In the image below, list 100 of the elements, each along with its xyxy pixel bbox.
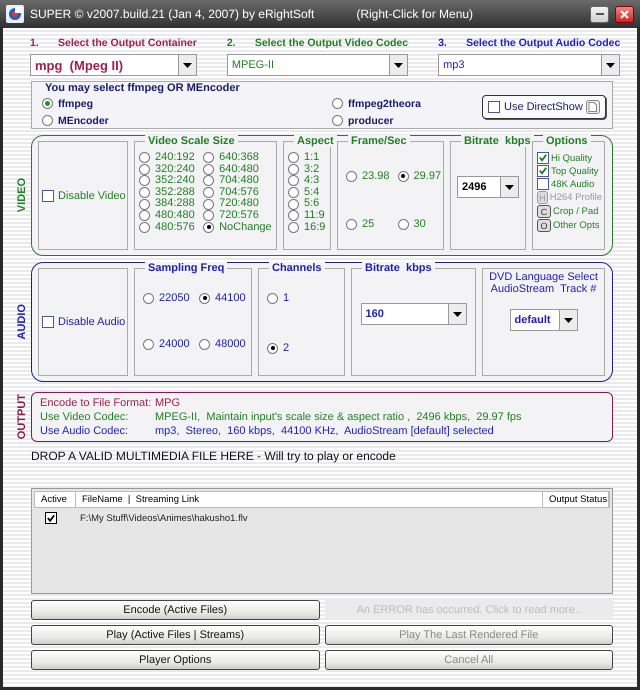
radio-label[interactable]: 3:2 xyxy=(304,164,320,176)
radio-icon[interactable] xyxy=(203,222,214,233)
radio-label[interactable]: 240:192 xyxy=(155,152,195,164)
bitrate-dropdown[interactable]: 160 xyxy=(360,303,466,325)
track-dropdown[interactable]: default xyxy=(510,309,578,331)
action-button[interactable]: Player Options xyxy=(31,650,320,670)
radio-icon[interactable] xyxy=(203,198,214,210)
radio-icon[interactable] xyxy=(139,210,150,222)
radio-label[interactable]: 25 xyxy=(362,218,374,230)
radio-icon[interactable] xyxy=(267,292,278,304)
codec-dropdown[interactable]: mp3 xyxy=(438,54,620,76)
radio-label[interactable]: 720:576 xyxy=(219,210,259,222)
radio-label[interactable]: NoChange xyxy=(219,222,272,234)
radio-label[interactable]: 11:9 xyxy=(304,210,325,222)
codec-dropdown[interactable]: mpg (Mpeg II) xyxy=(30,54,197,76)
radio-icon[interactable] xyxy=(143,292,154,304)
radio-label[interactable]: ffmpeg2theora xyxy=(348,98,421,110)
step-label: Select the Output Audio Codec xyxy=(466,37,620,49)
radio-label[interactable]: 480:480 xyxy=(155,210,195,222)
radio-label[interactable]: 720:480 xyxy=(219,198,259,210)
radio-icon[interactable] xyxy=(42,115,53,126)
group-title: Bitrate kbps xyxy=(362,262,435,274)
radio-icon[interactable] xyxy=(139,164,150,175)
radio-label[interactable]: 320:240 xyxy=(155,164,195,176)
checkbox[interactable]: Use DirectShow xyxy=(488,101,583,113)
column-header[interactable]: FileName | Streaming Link xyxy=(76,492,543,507)
drop-hint: DROP A VALID MULTIMEDIA FILE HERE - Will try to play or encode xyxy=(31,449,397,463)
column-header[interactable]: Active xyxy=(35,492,76,507)
radio-label[interactable]: 1:1 xyxy=(304,152,320,164)
radio-icon[interactable] xyxy=(332,98,343,109)
radio-label[interactable]: 384:288 xyxy=(155,198,195,210)
radio-icon[interactable] xyxy=(203,210,214,222)
radio-label[interactable]: 480:576 xyxy=(155,222,195,234)
radio-icon[interactable] xyxy=(203,187,214,198)
checkbox[interactable]: Top Quality xyxy=(537,165,602,177)
checkbox[interactable]: Disable Video xyxy=(42,190,126,202)
radio-label[interactable]: 29.97 xyxy=(414,170,442,182)
radio-icon[interactable] xyxy=(288,222,299,233)
checkbox[interactable]: 48K Audio xyxy=(537,178,602,190)
radio-icon[interactable] xyxy=(203,164,214,175)
radio-icon[interactable] xyxy=(288,198,299,210)
checkbox[interactable] xyxy=(45,512,57,524)
radio-label[interactable]: 48000 xyxy=(215,338,246,350)
checkbox[interactable]: Hi Quality xyxy=(537,152,602,164)
radio-icon[interactable] xyxy=(199,292,210,304)
radio-label[interactable]: 44100 xyxy=(215,292,246,304)
column-header[interactable]: Output Status xyxy=(543,492,609,507)
radio-label[interactable]: 2 xyxy=(283,342,290,354)
group-title: Video Scale Size xyxy=(145,135,238,147)
radio-icon[interactable] xyxy=(398,218,409,230)
radio-label[interactable]: 30 xyxy=(414,218,426,230)
radio-label[interactable]: 704:576 xyxy=(219,186,259,198)
radio-icon[interactable] xyxy=(143,338,154,350)
radio-icon[interactable] xyxy=(203,175,214,186)
radio-icon[interactable] xyxy=(288,187,299,198)
minimize-button[interactable] xyxy=(590,6,609,22)
radio-label[interactable]: 352:288 xyxy=(155,186,195,198)
radio-icon[interactable] xyxy=(288,210,299,222)
radio-label[interactable]: 640:480 xyxy=(219,164,259,176)
option-button[interactable]: O Other Opts xyxy=(537,219,602,232)
close-icon xyxy=(620,10,629,18)
radio-label[interactable]: 22050 xyxy=(159,292,190,304)
radio-icon[interactable] xyxy=(139,152,150,164)
radio-label[interactable]: 16:9 xyxy=(304,222,326,234)
codec-dropdown[interactable]: MPEG-II xyxy=(226,54,408,76)
radio-label[interactable]: 5:6 xyxy=(304,198,320,210)
radio-icon[interactable] xyxy=(42,98,53,109)
radio-icon[interactable] xyxy=(398,170,409,182)
radio-icon[interactable] xyxy=(346,170,357,182)
checkbox[interactable]: Disable Audio xyxy=(42,316,126,328)
document-icon[interactable] xyxy=(586,100,600,114)
radio-icon[interactable] xyxy=(139,175,150,186)
radio-label[interactable]: 1 xyxy=(283,292,290,304)
bitrate-dropdown[interactable]: 2496 xyxy=(457,176,519,198)
radio-icon[interactable] xyxy=(199,338,210,350)
radio-icon[interactable] xyxy=(203,152,214,164)
radio-icon[interactable] xyxy=(288,152,299,164)
radio-label[interactable]: producer xyxy=(348,114,394,126)
action-button[interactable]: Encode (Active Files) xyxy=(31,600,320,620)
radio-icon[interactable] xyxy=(139,222,150,233)
radio-icon[interactable] xyxy=(139,198,150,210)
radio-icon[interactable] xyxy=(288,164,299,175)
radio-label[interactable]: 24000 xyxy=(159,338,190,350)
radio-label[interactable]: ffmpeg xyxy=(58,98,93,110)
radio-label[interactable]: 352:240 xyxy=(155,175,195,187)
radio-label[interactable]: MEncoder xyxy=(58,114,109,126)
radio-icon[interactable] xyxy=(332,115,343,126)
radio-label[interactable]: 640:368 xyxy=(219,152,259,164)
close-button[interactable] xyxy=(615,6,634,22)
radio-label[interactable]: 4:3 xyxy=(304,175,320,187)
radio-icon[interactable] xyxy=(139,187,150,198)
radio-label[interactable]: 5:4 xyxy=(304,186,320,198)
radio-icon[interactable] xyxy=(346,218,357,230)
radio-icon[interactable] xyxy=(267,342,278,354)
option-button[interactable]: C Crop / Pad xyxy=(537,205,602,218)
radio-label[interactable]: 704:480 xyxy=(219,175,259,187)
radio-label[interactable]: 23.98 xyxy=(362,170,390,182)
window-title: SUPER © v2007.build.21 (Jan 4, 2007) by eRightSoft xyxy=(30,7,314,21)
radio-icon[interactable] xyxy=(288,175,299,186)
action-button[interactable]: Play (Active Files | Streams) xyxy=(31,625,320,645)
